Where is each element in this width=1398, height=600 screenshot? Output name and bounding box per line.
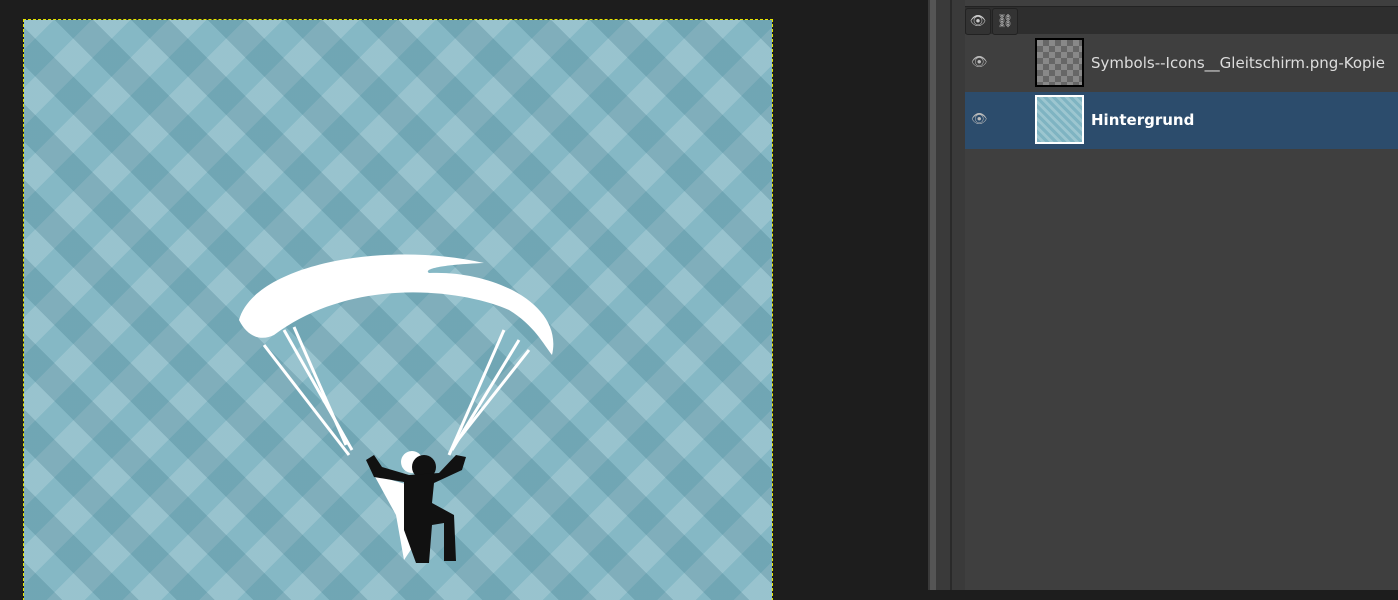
layer-name[interactable]: Symbols--Icons__Gleitschirm.png-Kopie — [1091, 54, 1385, 72]
layers-panel: 👁 ⛓ 👁 Symbols--Icons__Gleitschirm.png-Ko… — [965, 0, 1398, 590]
eye-icon[interactable]: 👁 — [971, 112, 988, 127]
layer-row[interactable]: 👁 Hintergrund — [965, 92, 1398, 149]
eye-icon[interactable]: 👁 — [971, 55, 988, 70]
layer-name[interactable]: Hintergrund — [1091, 111, 1194, 129]
layers-header: 👁 ⛓ — [965, 6, 1398, 35]
layer-row[interactable]: 👁 Symbols--Icons__Gleitschirm.png-Kopie — [965, 35, 1398, 92]
image-canvas-area[interactable] — [0, 0, 928, 600]
layer-thumbnail — [1035, 95, 1084, 144]
panel-divider[interactable] — [928, 0, 965, 590]
image-canvas[interactable] — [23, 19, 773, 600]
paraglider-image — [239, 254, 554, 563]
layer-thumbnail — [1035, 38, 1084, 87]
eye-icon[interactable]: 👁 — [965, 8, 991, 35]
chain-link-icon[interactable]: ⛓ — [992, 8, 1018, 35]
